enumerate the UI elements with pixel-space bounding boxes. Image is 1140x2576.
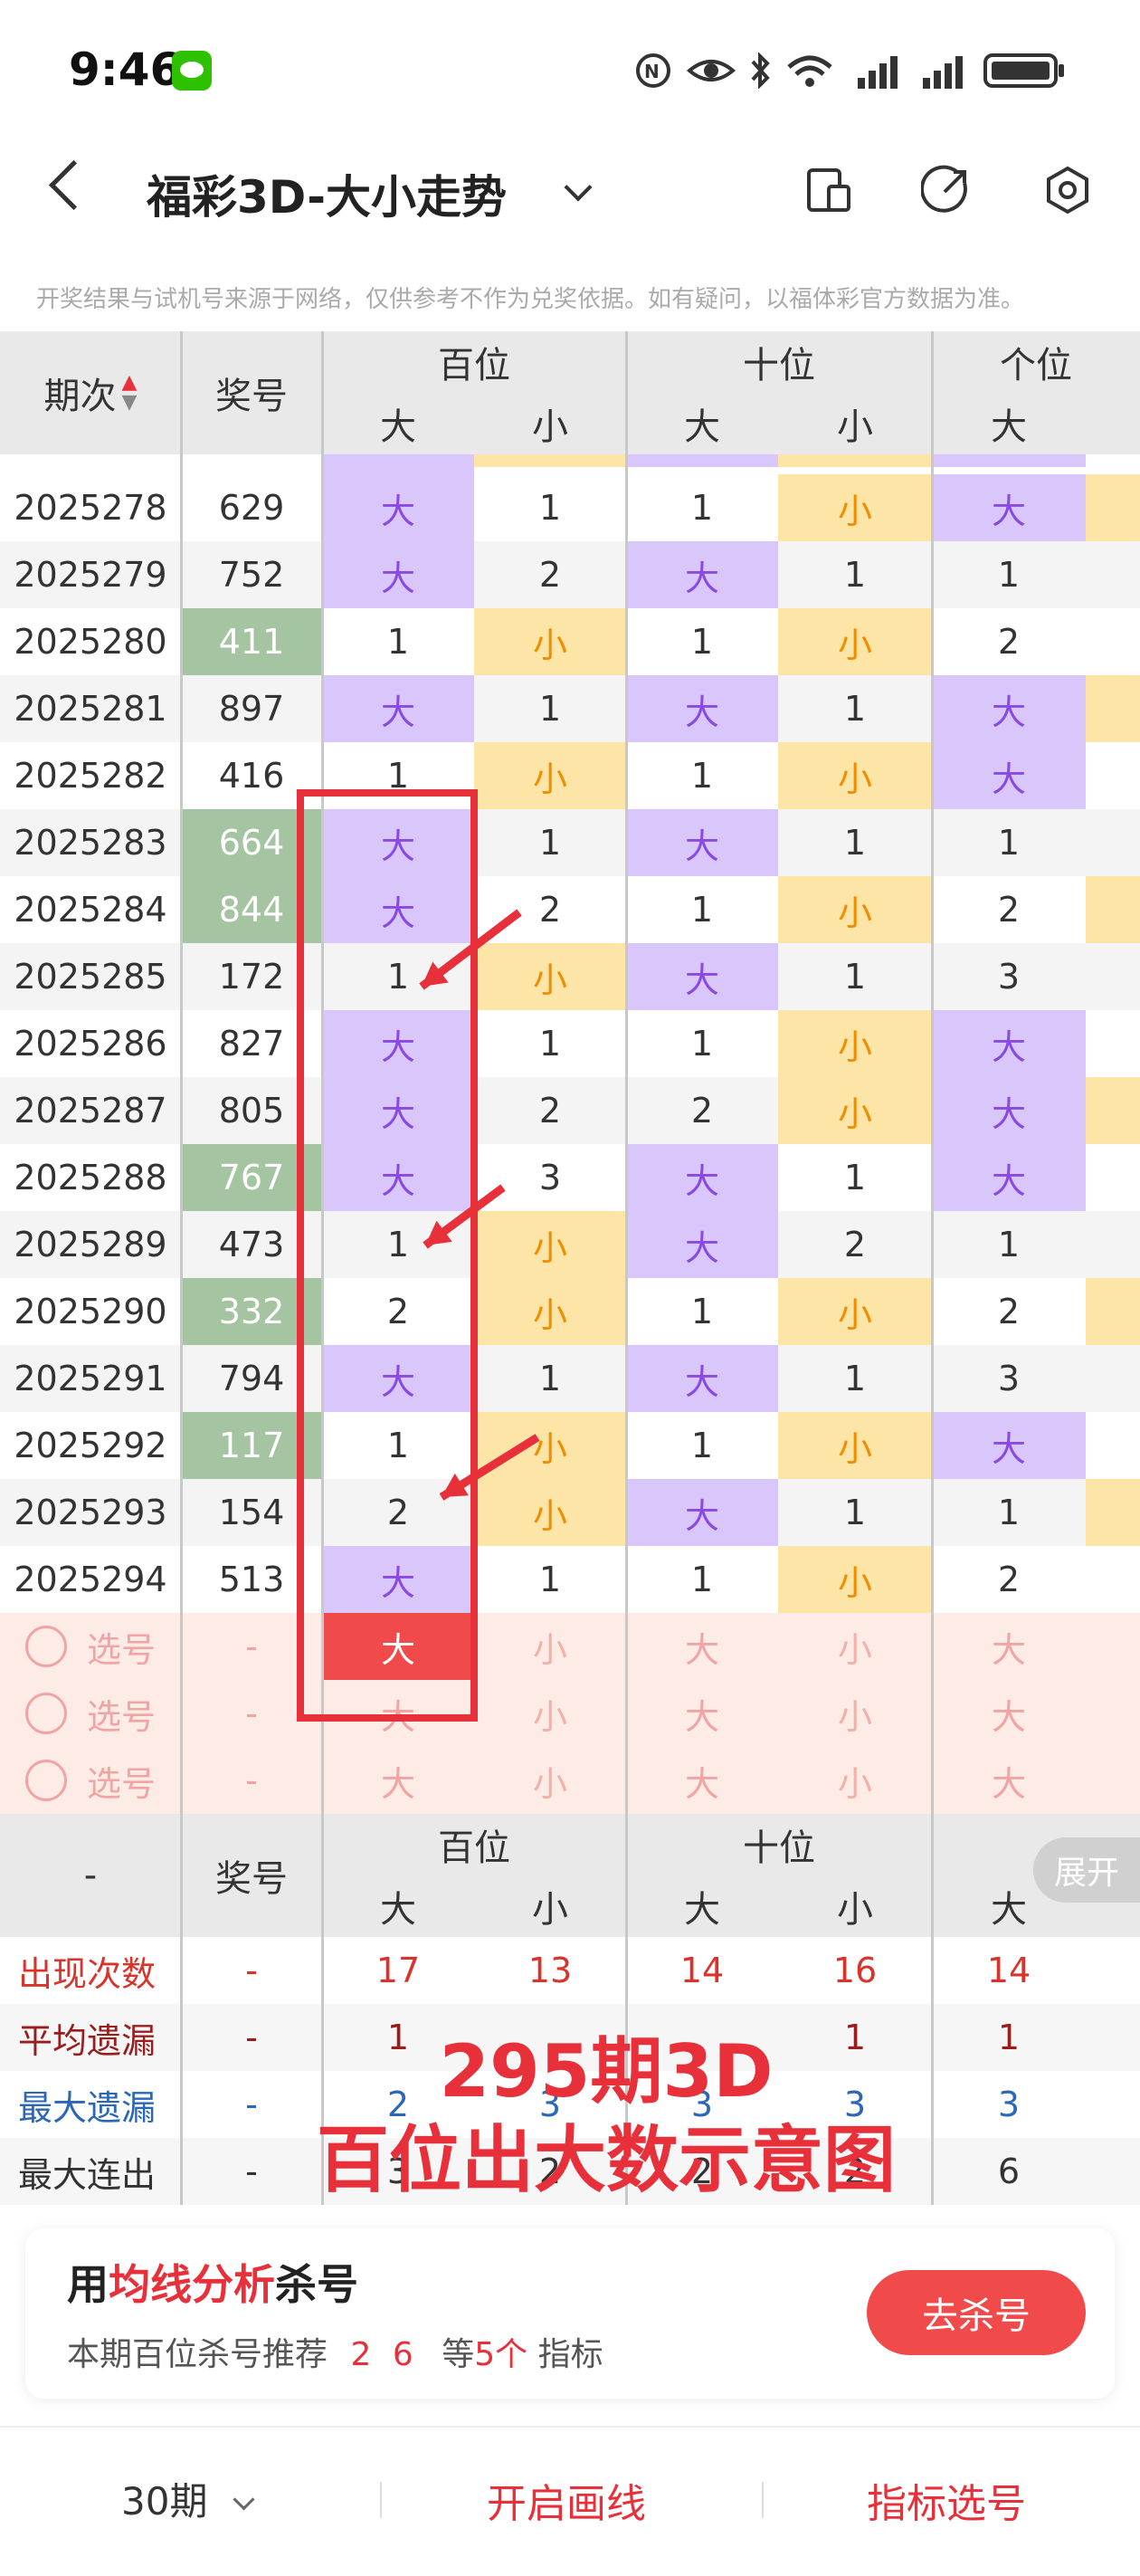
signal-2-icon — [923, 56, 963, 89]
promo-sub-mid: 等 — [442, 2336, 475, 2373]
chevron-down-icon[interactable] — [564, 173, 593, 202]
period-select[interactable]: 30期 — [121, 2471, 255, 2526]
overlay-caption-line2: 百位出大数示意图 — [317, 2118, 896, 2202]
highlight-box — [297, 789, 478, 1722]
indicator-pick-button[interactable]: 指标选号 — [867, 2471, 1026, 2529]
device-switch-icon[interactable] — [803, 165, 854, 215]
divider — [380, 2482, 382, 2518]
trend-table: 期次 ▲ ▼ 奖号 百位 十位 个位大小大小大 2025278 629 大 1 1 小大 2025279 7… — [0, 331, 1140, 2232]
signal-1-icon — [858, 56, 898, 89]
promo-suffix: 杀号 — [275, 2260, 358, 2309]
arrow-annotation — [439, 1434, 540, 1501]
promo-highlight: 均线分析 — [109, 2260, 275, 2309]
eye-icon — [686, 60, 736, 81]
promo-prefix: 用 — [67, 2260, 109, 2309]
bottom-bar: 30期 开启画线 指标选号 — [0, 2426, 1140, 2576]
nfc-icon: N — [636, 53, 670, 88]
chevron-down-icon — [233, 2488, 255, 2511]
promo-sub-prefix: 本期百位杀号推荐 — [67, 2336, 328, 2373]
arrow-annotation — [423, 1184, 506, 1249]
promo-count: 5个 — [474, 2336, 528, 2373]
svg-text:N: N — [644, 61, 660, 82]
promo-sub-suffix: 指标 — [537, 2336, 603, 2373]
battery-icon — [983, 53, 1064, 88]
go-kill-button[interactable]: 去杀号 — [867, 2270, 1086, 2355]
period-select-label: 30期 — [121, 2479, 208, 2524]
wifi-icon — [787, 55, 832, 87]
share-icon[interactable] — [921, 165, 972, 215]
promo-title: 用均线分析杀号 — [67, 2252, 358, 2312]
bluetooth-icon — [751, 52, 770, 89]
status-time: 9:46 — [69, 43, 182, 96]
status-bar: 9:46 N — [0, 0, 1140, 136]
promo-nums: 2 6 — [350, 2336, 419, 2373]
back-icon[interactable] — [48, 159, 100, 211]
promo-subtitle: 本期百位杀号推荐 2 6 等5个 指标 — [67, 2328, 603, 2375]
settings-icon[interactable] — [1042, 165, 1093, 215]
divider — [762, 2482, 764, 2518]
annotation-overlay — [297, 789, 540, 1722]
wechat-notification-icon — [172, 51, 212, 91]
draw-line-button[interactable]: 开启画线 — [487, 2471, 646, 2529]
page-title[interactable]: 福彩3D-大小走势 — [147, 161, 507, 226]
kill-number-promo-card: 用均线分析杀号 本期百位杀号推荐 2 6 等5个 指标 去杀号 — [25, 2228, 1115, 2399]
disclaimer-notice: 开奖结果与试机号来源于网络，仅供参考不作为兑奖依据。如有疑问，以福体彩官方数据为… — [36, 286, 1025, 313]
